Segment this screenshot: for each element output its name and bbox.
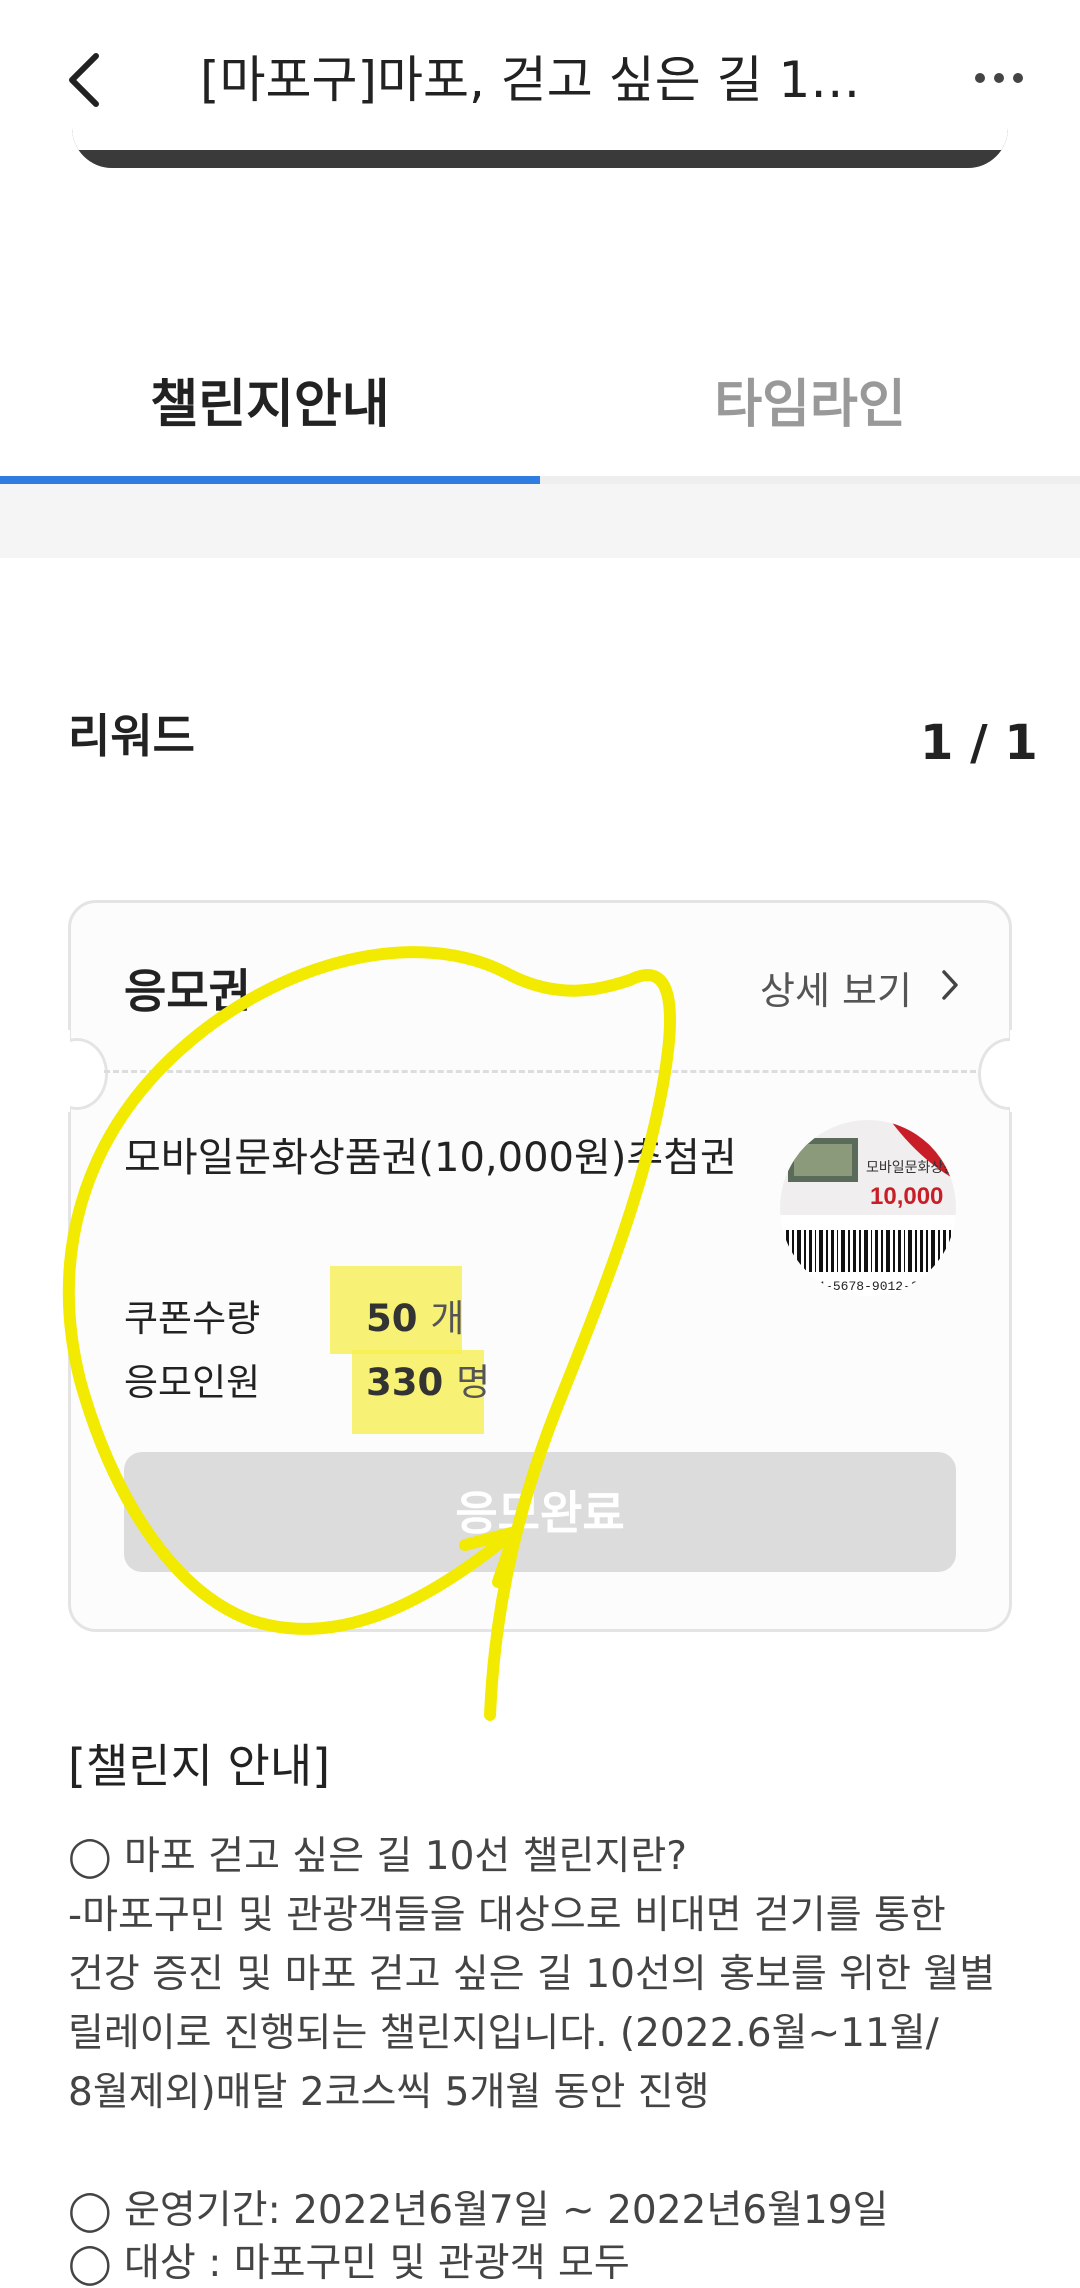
- info-line: -마포구민 및 관광객들을 대상으로 비대면 걷기를 통한: [68, 1893, 946, 1938]
- coupon-quantity-value: 50 개: [366, 1288, 464, 1342]
- section-separator: [0, 484, 1080, 558]
- detail-view-link[interactable]: 상세 보기: [760, 960, 912, 1015]
- applicants-value: 330 명: [366, 1352, 490, 1406]
- coupon-quantity-number: 50: [366, 1297, 418, 1340]
- prize-name: 모바일문화상품권(10,000원)추첨권: [124, 1135, 737, 1181]
- info-line: ◯ 대상 : 마포구민 및 관광객 모두: [68, 2241, 630, 2286]
- more-button[interactable]: [970, 60, 1030, 96]
- reward-heading: 리워드: [68, 709, 195, 763]
- info-line: 8월제외)매달 2코스씩 5개월 동안 진행: [68, 2070, 710, 2115]
- back-button[interactable]: [58, 50, 118, 110]
- tab-challenge-info[interactable]: 챌린지안내: [0, 350, 540, 460]
- info-line: ◯ 마포 걷고 싶은 길 10선 챌린지란?: [68, 1834, 687, 1879]
- active-tab-indicator: [0, 476, 540, 484]
- notch-cover-right: [1010, 1030, 1040, 1112]
- applicants-label: 응모인원: [124, 1361, 261, 1404]
- info-line: 릴레이로 진행되는 챌린지입니다. (2022.6월~11월/: [68, 2011, 939, 2056]
- applicants-number: 330: [366, 1361, 444, 1404]
- more-horizontal-icon: [975, 73, 1023, 83]
- coupon-type-label: 응모권: [124, 964, 251, 1018]
- chevron-right-icon[interactable]: [934, 968, 964, 1002]
- coupon-quantity-unit: 개: [430, 1297, 465, 1340]
- apply-complete-button[interactable]: 응모완료: [124, 1452, 956, 1572]
- reward-pagination: 1 / 1: [920, 715, 1038, 771]
- banner-image-edge: [72, 120, 1008, 168]
- ticket-dashed-divider: [104, 1070, 976, 1073]
- coupon-quantity-label: 쿠폰수량: [124, 1297, 261, 1340]
- gift-card-brand: 모바일문화상품: [866, 1159, 956, 1175]
- challenge-info-heading: [챌린지 안내]: [68, 1739, 331, 1793]
- info-line: 건강 증진 및 마포 걷고 싶은 길 10선의 홍보를 위한 월별: [68, 1952, 996, 1997]
- gift-card-image: 모바일문화상품 10,000 4-5678-9012-3: [780, 1120, 956, 1296]
- notch-cover-left: [40, 1030, 70, 1112]
- page-title: [마포구]마포, 걷고 싶은 길 10선 챌린지: [200, 51, 880, 109]
- gift-card-amount: 10,000: [870, 1183, 943, 1210]
- chevron-left-icon: [69, 53, 99, 107]
- applicants-unit: 명: [456, 1361, 491, 1404]
- info-line: ◯ 운영기간: 2022년6월7일 ~ 2022년6월19일: [68, 2188, 889, 2233]
- tab-timeline[interactable]: 타임라인: [540, 350, 1080, 460]
